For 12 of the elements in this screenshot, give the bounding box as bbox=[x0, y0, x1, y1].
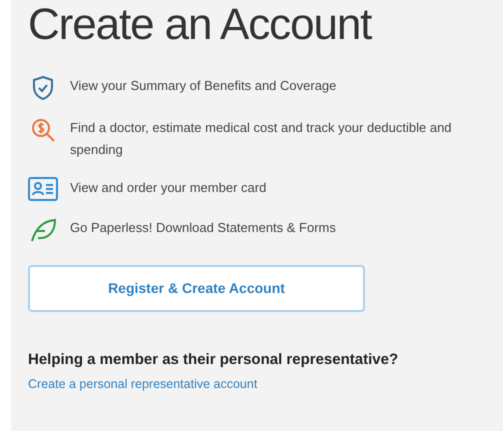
register-button[interactable]: Register & Create Account bbox=[28, 265, 365, 312]
dollar-search-icon bbox=[30, 117, 56, 143]
feature-text: View your Summary of Benefits and Coverage bbox=[70, 77, 336, 95]
id-card-icon bbox=[28, 177, 58, 201]
feature-text: View and order your member card bbox=[70, 179, 266, 197]
page-title: Create an Account bbox=[28, 3, 373, 47]
feature-text: Find a doctor, estimate medical cost and track your deductible and spending bbox=[70, 119, 453, 159]
feature-text: Go Paperless! Download Statements & Forms bbox=[70, 219, 336, 237]
representative-heading: Helping a member as their personal representative? bbox=[28, 350, 400, 370]
leaf-icon bbox=[29, 217, 57, 243]
representative-link[interactable]: Create a personal representative account bbox=[28, 374, 258, 394]
shield-check-icon bbox=[31, 75, 55, 101]
